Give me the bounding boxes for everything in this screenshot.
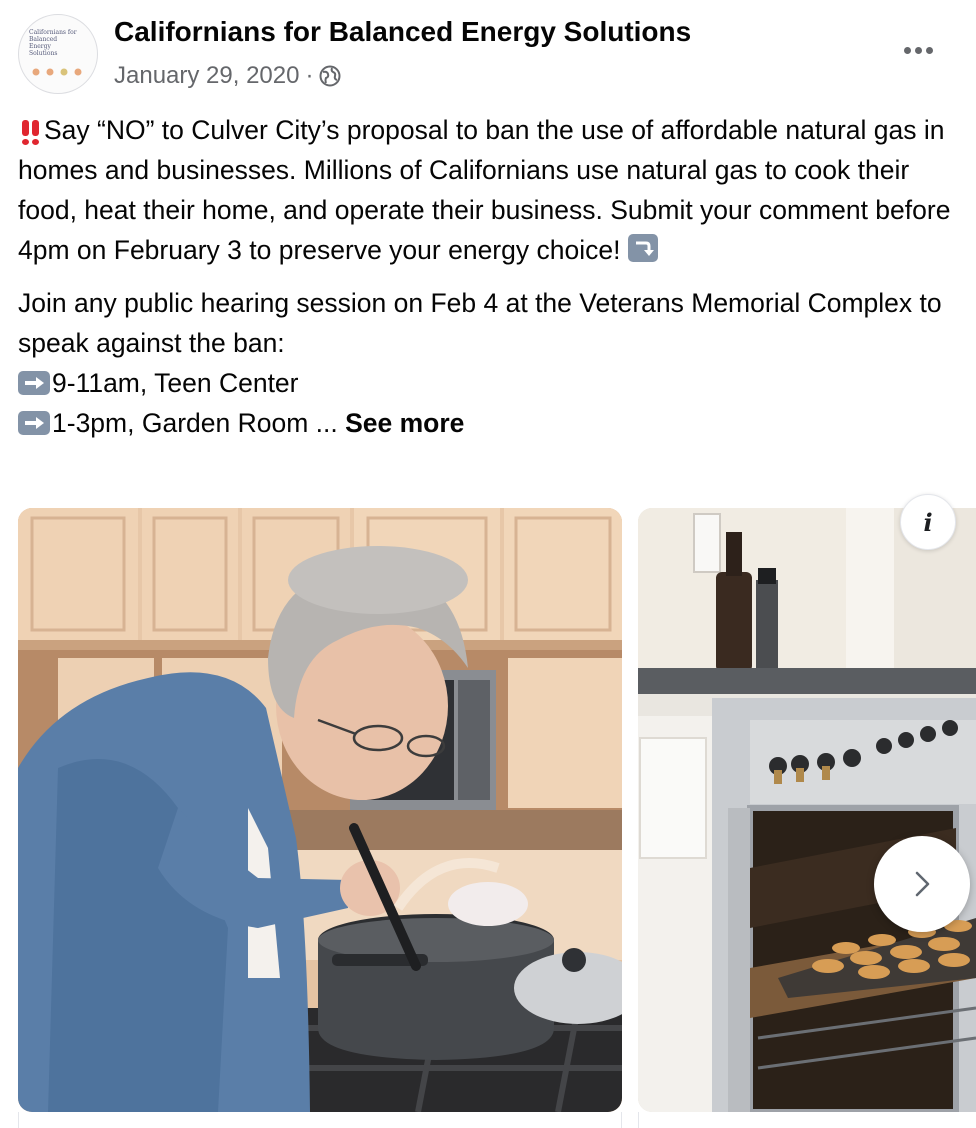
paragraph-2-intro: Join any public hearing session on Feb 4… (18, 288, 942, 358)
page-name-link[interactable]: Californians for Balanced Energy Solutio… (114, 16, 691, 48)
woman-cooking-image (18, 508, 622, 1112)
schedule-item-2: 1-3pm, Garden Room ... (52, 408, 338, 438)
double-exclamation-icon (18, 120, 44, 145)
post-body: Say “NO” to Culver City’s proposal to ba… (18, 110, 958, 443)
post-meta: January 29, 2020 · (114, 60, 341, 92)
avatar-logo-text: Californians for Balanced Energy Solutio… (29, 29, 77, 57)
globe-icon[interactable] (319, 65, 341, 87)
schedule-item-1: 9-11am, Teen Center (52, 368, 299, 398)
post-paragraph-2: Join any public hearing session on Feb 4… (18, 283, 958, 443)
chevron-right-icon[interactable] (874, 836, 970, 932)
right-arrow-icon (18, 411, 50, 435)
see-more-link[interactable]: See more (345, 408, 464, 438)
more-options-icon[interactable] (896, 30, 940, 70)
carousel-card-2[interactable] (638, 508, 976, 1112)
carousel-footer (18, 1112, 976, 1128)
avatar-logo-icons (32, 68, 82, 76)
arrow-turn-down-icon (627, 234, 658, 262)
post-date-link[interactable]: January 29, 2020 (114, 62, 299, 90)
right-arrow-icon (18, 371, 50, 395)
oven-cookies-image (638, 508, 976, 1112)
carousel-card-1[interactable] (18, 508, 622, 1112)
paragraph-1-text: Say “NO” to Culver City’s proposal to ba… (18, 115, 951, 265)
page-avatar[interactable]: Californians for Balanced Energy Solutio… (18, 14, 98, 94)
meta-separator: · (305, 62, 314, 89)
post-paragraph-1: Say “NO” to Culver City’s proposal to ba… (18, 110, 958, 270)
info-icon[interactable]: i (900, 494, 956, 550)
